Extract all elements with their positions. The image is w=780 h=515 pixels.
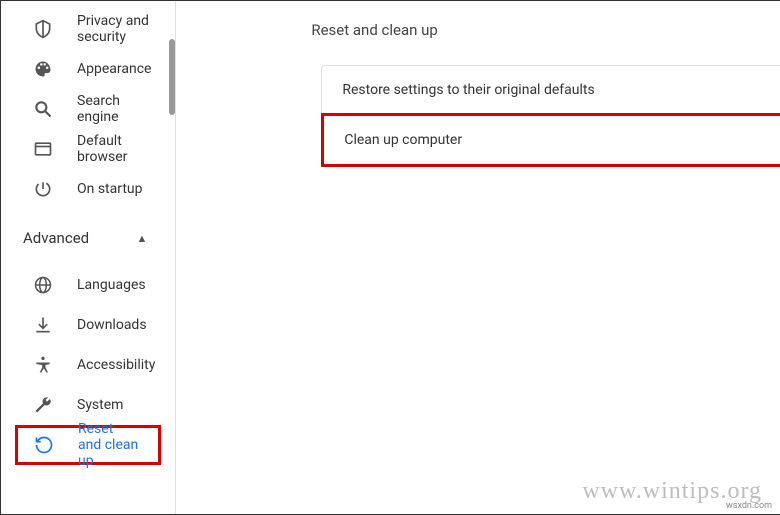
sidebar-item-system[interactable]: System bbox=[1, 385, 175, 425]
card-item-cleanup[interactable]: Clean up computer bbox=[321, 113, 780, 167]
sidebar-item-label: Accessibility bbox=[77, 357, 155, 373]
sidebar-item-languages[interactable]: Languages bbox=[1, 265, 175, 305]
sidebar-item-label: On startup bbox=[77, 181, 143, 197]
sidebar-item-label: Search engine bbox=[77, 93, 155, 125]
reset-icon bbox=[34, 435, 54, 455]
card-item-restore[interactable]: Restore settings to their original defau… bbox=[322, 66, 780, 114]
sidebar-item-startup[interactable]: On startup bbox=[1, 169, 175, 209]
advanced-label: Advanced bbox=[23, 229, 89, 247]
download-icon bbox=[33, 315, 53, 335]
scrollbar-thumb[interactable] bbox=[169, 39, 175, 115]
chevron-up-icon: ▲ bbox=[136, 232, 147, 245]
sidebar-item-search[interactable]: Search engine bbox=[1, 89, 175, 129]
sidebar-item-label: Appearance bbox=[77, 61, 151, 77]
sidebar-item-default-browser[interactable]: Default browser bbox=[1, 129, 175, 169]
credit-text: wsxdn.com bbox=[726, 501, 772, 511]
sidebar-item-downloads[interactable]: Downloads bbox=[1, 305, 175, 345]
sidebar-item-label: Languages bbox=[77, 277, 146, 293]
settings-sidebar: Privacy and security Appearance Search e… bbox=[1, 1, 176, 514]
accessibility-icon bbox=[33, 355, 53, 375]
advanced-section-toggle[interactable]: Advanced ▲ bbox=[1, 217, 175, 259]
power-icon bbox=[33, 179, 53, 199]
shield-icon bbox=[33, 19, 53, 39]
sidebar-item-label: Privacy and security bbox=[77, 13, 155, 45]
search-icon bbox=[33, 99, 53, 119]
sidebar-item-label: Reset and clean up bbox=[78, 421, 138, 469]
globe-icon bbox=[33, 275, 53, 295]
settings-card: Restore settings to their original defau… bbox=[321, 65, 780, 167]
main-content: Reset and clean up Restore settings to t… bbox=[176, 1, 780, 514]
sidebar-item-label: System bbox=[77, 397, 123, 413]
sidebar-item-appearance[interactable]: Appearance bbox=[1, 49, 175, 89]
card-item-label: Restore settings to their original defau… bbox=[342, 82, 594, 98]
sidebar-item-accessibility[interactable]: Accessibility bbox=[1, 345, 175, 385]
browser-icon bbox=[33, 139, 53, 159]
sidebar-item-label: Downloads bbox=[77, 317, 147, 333]
sidebar-item-reset[interactable]: Reset and clean up bbox=[15, 425, 161, 465]
sidebar-item-label: Default browser bbox=[77, 133, 155, 165]
palette-icon bbox=[33, 59, 53, 79]
wrench-icon bbox=[33, 395, 53, 415]
card-item-label: Clean up computer bbox=[344, 132, 462, 148]
page-title: Reset and clean up bbox=[311, 21, 780, 39]
sidebar-item-privacy[interactable]: Privacy and security bbox=[1, 9, 175, 49]
